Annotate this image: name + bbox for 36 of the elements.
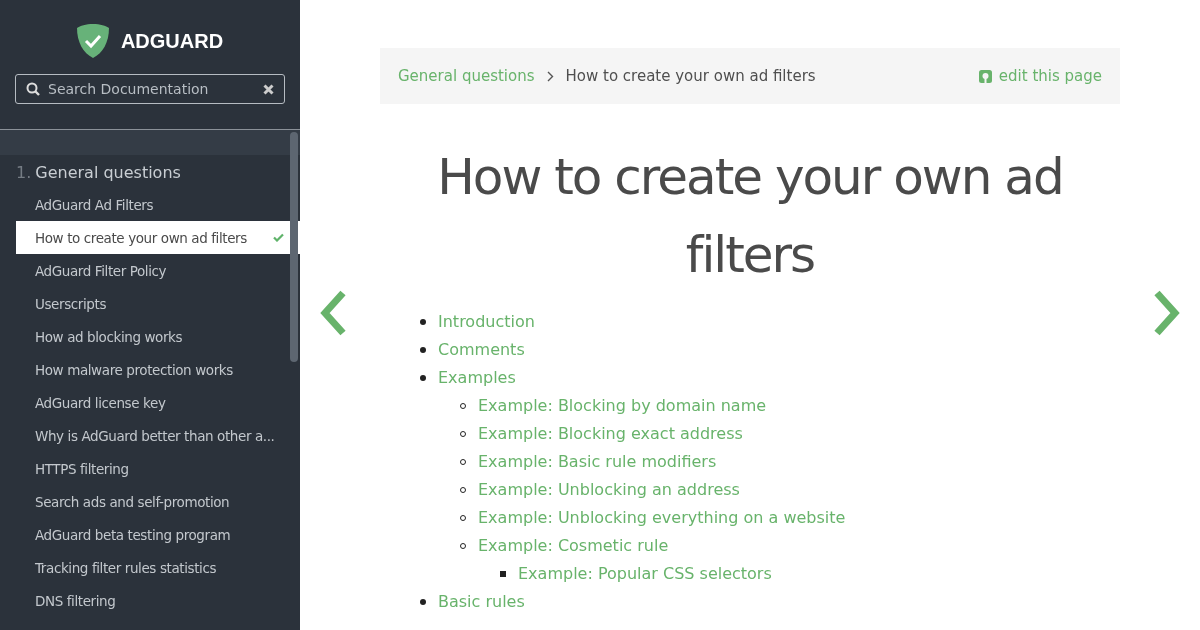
sidebar-item[interactable]: How malware protection works — [16, 353, 300, 386]
shield-logo-icon — [76, 24, 109, 58]
scrollbar-thumb[interactable] — [290, 132, 298, 362]
chevron-right-icon — [1152, 290, 1182, 336]
bullet-icon — [420, 319, 426, 325]
bullet-icon — [420, 347, 426, 353]
sidebar-item[interactable]: Userscripts — [16, 287, 300, 320]
breadcrumb-current: How to create your own ad filters — [565, 67, 816, 85]
sidebar-item[interactable]: Tracking filter rules statistics — [16, 551, 300, 584]
sidebar-item[interactable]: How to create your own ad filters — [16, 221, 300, 254]
sidebar-item[interactable]: How ad blocking works — [16, 320, 300, 353]
sidebar-item[interactable]: Why is AdGuard better than other a... — [16, 419, 300, 452]
bullet-icon — [500, 571, 506, 577]
sidebar-item[interactable]: AdGuard Ad Filters — [16, 188, 300, 221]
section-number: 1. — [16, 163, 32, 182]
next-button[interactable] — [1152, 290, 1182, 336]
search-icon — [26, 82, 40, 96]
sidebar-item[interactable]: AdGuard Filter Policy — [16, 254, 300, 287]
check-icon — [273, 233, 284, 242]
sidebar-item[interactable]: DNS filtering — [16, 584, 300, 617]
bullet-icon — [420, 599, 426, 605]
sidebar-item[interactable]: Search ads and self-promotion — [16, 485, 300, 518]
sidebar-item[interactable]: HTTPS filtering — [16, 452, 300, 485]
search-field[interactable]: Search Documentation — [15, 74, 285, 104]
search-input[interactable]: Search Documentation — [46, 80, 257, 98]
previous-button[interactable] — [318, 290, 348, 336]
github-icon — [978, 69, 992, 83]
sidebar-item[interactable]: AdGuard license key — [16, 386, 300, 419]
chevron-left-icon — [318, 290, 348, 336]
chevron-right-icon — [546, 70, 554, 82]
sidebar-item[interactable]: AdGuard beta testing program — [16, 518, 300, 551]
bullet-icon — [420, 375, 426, 381]
section-title[interactable]: General questions — [35, 163, 181, 182]
page-title: How to create your own ad filters — [436, 147, 1064, 286]
close-icon[interactable] — [263, 83, 274, 95]
logo-text: ADGUARD — [120, 29, 224, 53]
